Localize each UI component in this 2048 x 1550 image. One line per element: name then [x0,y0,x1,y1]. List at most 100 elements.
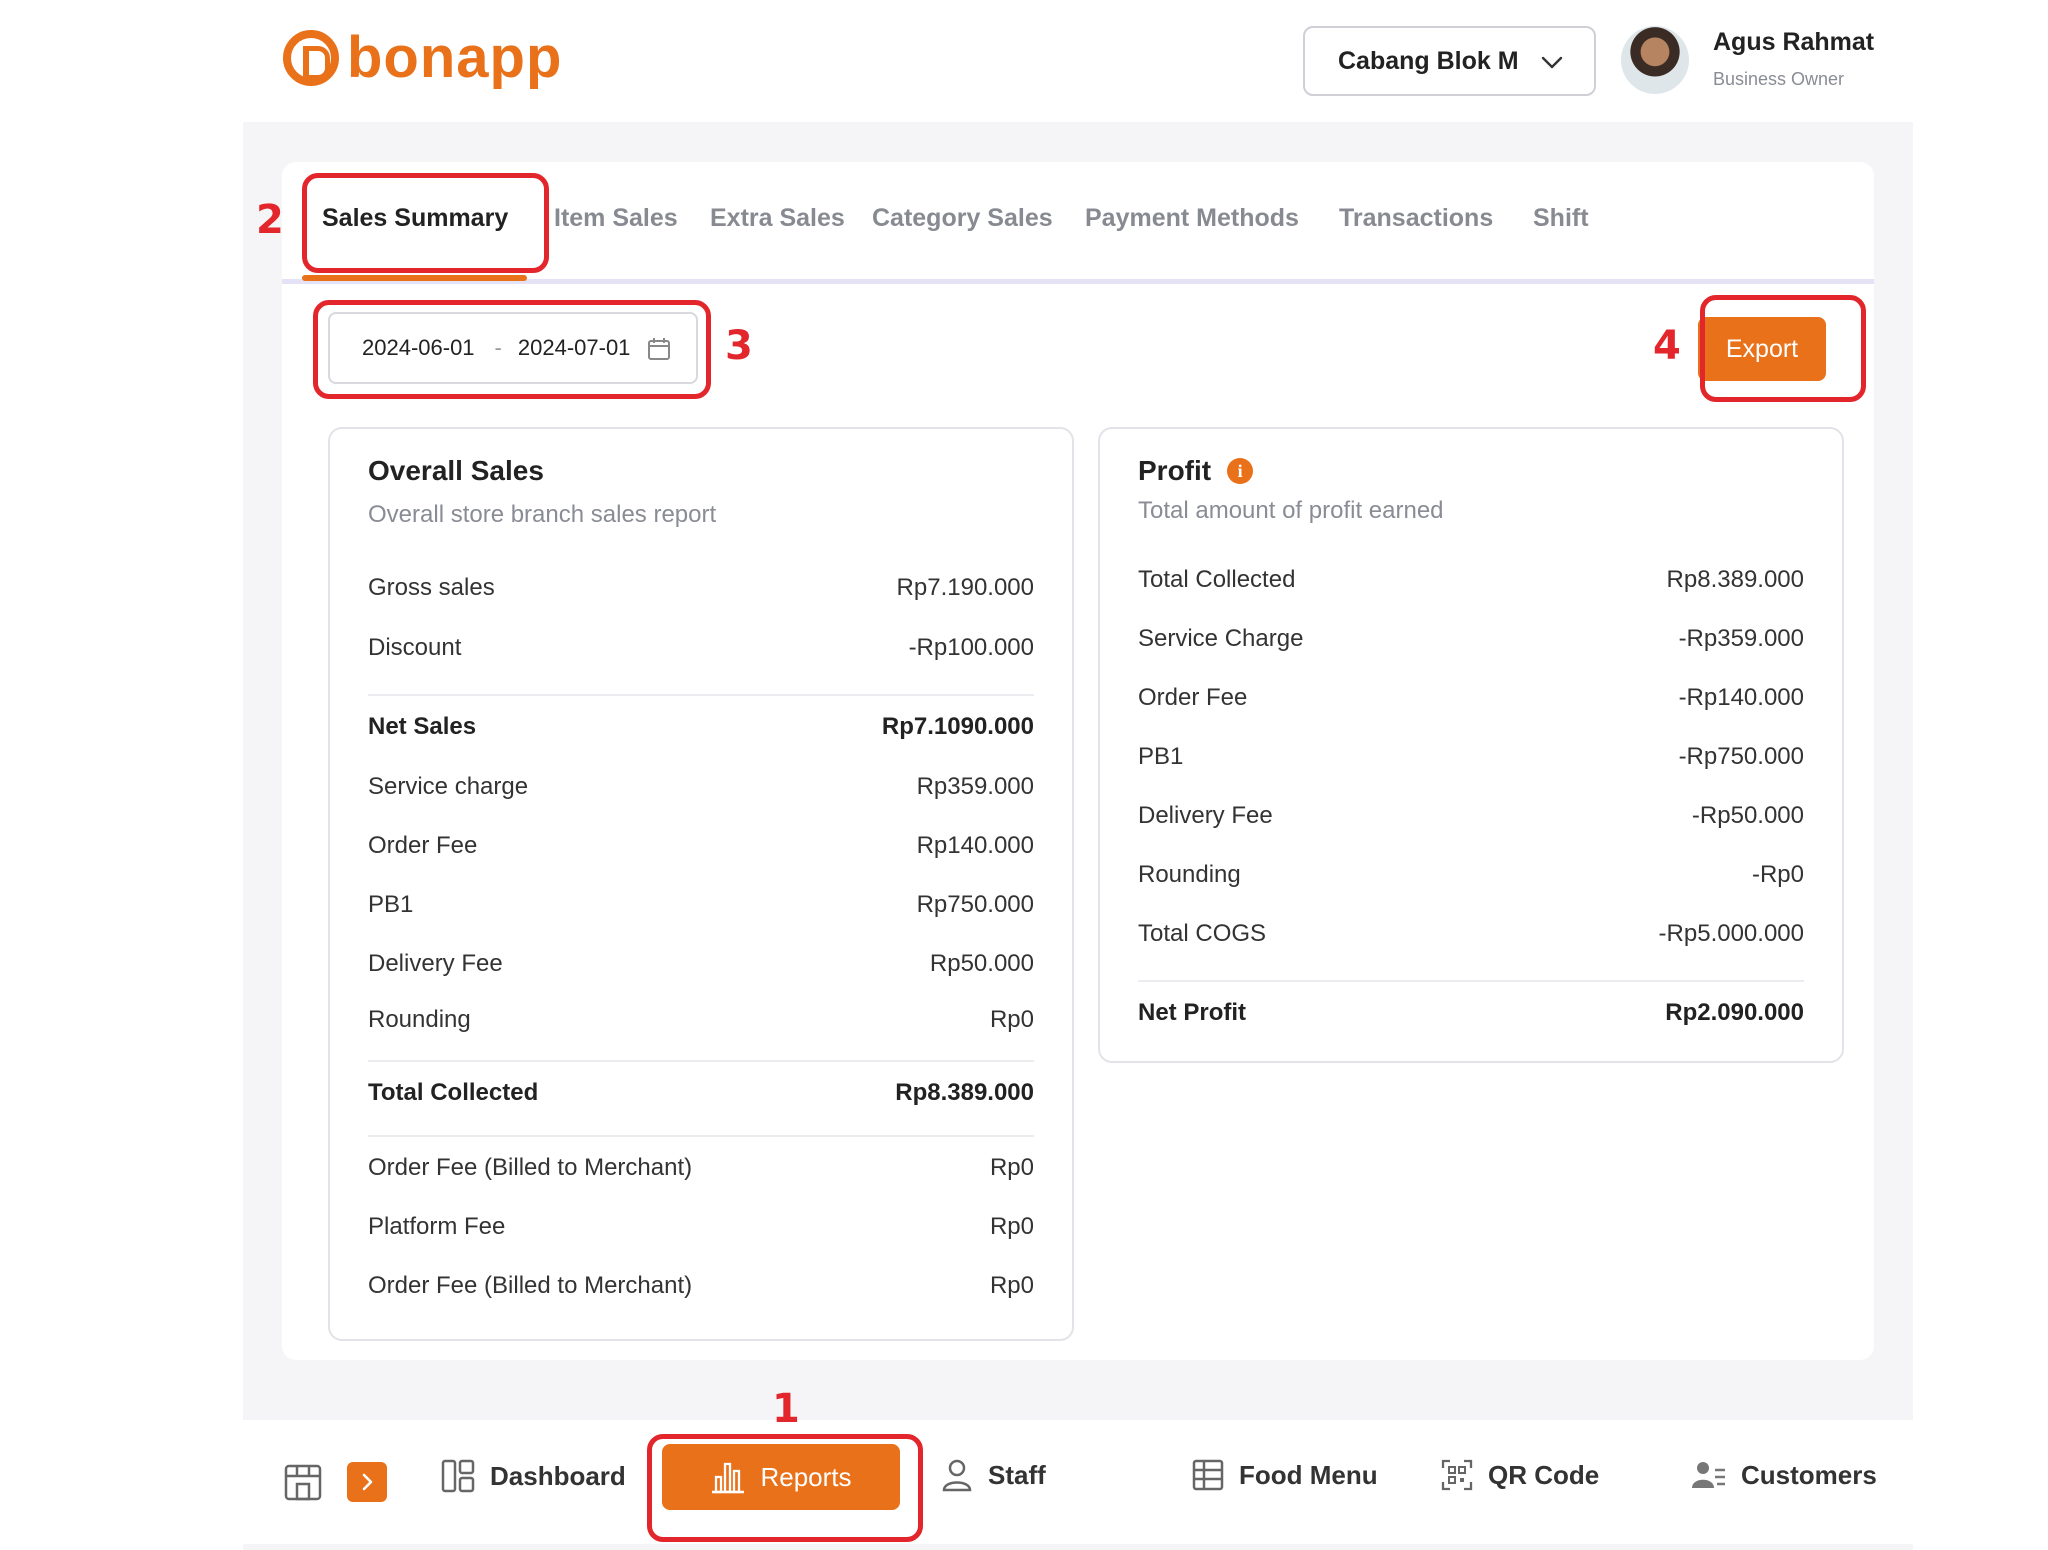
row-value: Rp8.389.000 [895,1079,1034,1106]
branch-select-value: Cabang Blok M [1338,46,1519,75]
user-icon [942,1459,972,1492]
tab-transactions[interactable]: Transactions [1339,204,1493,233]
divider [1138,980,1804,982]
profit-row-net-profit: Net Profit Rp2.090.000 [1138,993,1804,1033]
profit-row-rounding: Rounding -Rp0 [1138,855,1804,895]
info-icon[interactable]: i [1227,458,1254,484]
row-value: -Rp0 [1751,861,1804,888]
bottom-nav: Dashboard Reports Staff Food Menu QR Cod… [243,1420,1913,1544]
row-value: Rp0 [989,1213,1034,1240]
overall-sales-title: Overall Sales [368,455,544,486]
row-value: Rp50.000 [929,950,1034,977]
row-value: -Rp50.000 [1691,802,1804,829]
sales-row-rounding: Rounding Rp0 [368,1000,1034,1040]
expand-sidebar-button[interactable] [347,1462,387,1502]
nav-staff-label: Staff [988,1459,1046,1490]
branch-select[interactable]: Cabang Blok M [1303,26,1596,96]
profit-row-order-fee: Order Fee -Rp140.000 [1138,678,1804,718]
sales-row-order-fee-merchant-2: Order Fee (Billed to Merchant) Rp0 [368,1266,1034,1306]
row-label: Delivery Fee [368,950,503,977]
profit-card: Profit i Total amount of profit earned T… [1098,427,1844,1063]
row-value: Rp7.190.000 [896,574,1034,601]
profit-row-total-cogs: Total COGS -Rp5.000.000 [1138,914,1804,954]
nav-dashboard[interactable]: Dashboard [440,1458,626,1494]
sales-row-delivery-fee: Delivery Fee Rp50.000 [368,944,1034,984]
logo-text: bonapp [347,25,563,90]
sales-row-service-charge: Service charge Rp359.000 [368,767,1034,807]
row-value: -Rp359.000 [1678,625,1804,652]
row-value: -Rp5.000.000 [1658,920,1804,947]
tab-extra-sales[interactable]: Extra Sales [710,204,845,233]
row-label: Platform Fee [368,1213,506,1240]
tab-payment-methods[interactable]: Payment Methods [1085,204,1299,233]
row-value: -Rp140.000 [1678,684,1804,711]
row-label: Service Charge [1138,625,1304,652]
row-value: Rp0 [989,1272,1034,1299]
logo-mark-icon [283,30,339,86]
nav-qr-code-label: QR Code [1488,1459,1600,1490]
row-value: Rp750.000 [916,891,1034,918]
row-value: Rp7.1090.000 [881,713,1034,740]
sales-row-pb1: PB1 Rp750.000 [368,885,1034,925]
row-value: Rp140.000 [916,832,1034,859]
nav-dashboard-label: Dashboard [490,1460,626,1491]
profit-row-service-charge: Service Charge -Rp359.000 [1138,619,1804,659]
row-value: Rp359.000 [916,773,1034,800]
row-label: Net Sales [368,713,477,740]
sales-row-order-fee-merchant: Order Fee (Billed to Merchant) Rp0 [368,1148,1034,1188]
nav-customers-label: Customers [1741,1459,1877,1490]
store-icon[interactable] [283,1462,323,1502]
annotation-box-1 [647,1434,923,1542]
divider [368,1060,1034,1062]
divider [368,1135,1034,1137]
qr-code-icon [1441,1459,1473,1491]
tab-item-sales[interactable]: Item Sales [554,204,678,233]
annotation-box-2 [302,173,549,273]
row-label: Delivery Fee [1138,802,1273,829]
profit-title-wrap: Profit i [1138,455,1254,487]
row-label: Discount [368,634,462,661]
row-label: Service charge [368,773,529,800]
user-name: Agus Rahmat [1713,28,1875,56]
row-value: Rp0 [989,1154,1034,1181]
tab-shift[interactable]: Shift [1533,204,1589,233]
sales-row-net-sales: Net Sales Rp7.1090.000 [368,707,1034,747]
row-label: Total Collected [1138,566,1296,593]
top-header: bonapp Cabang Blok M Agus Rahmat Busines… [243,0,1913,122]
row-label: Order Fee [1138,684,1248,711]
row-value: Rp2.090.000 [1665,999,1804,1026]
row-label: Order Fee [368,832,478,859]
nav-qr-code[interactable]: QR Code [1440,1458,1599,1492]
active-tab-indicator [302,275,527,281]
row-value: -Rp750.000 [1678,743,1804,770]
sales-row-gross-sales: Gross sales Rp7.190.000 [368,568,1034,608]
row-label: Rounding [368,1006,471,1033]
tab-category-sales[interactable]: Category Sales [872,204,1053,233]
nav-staff[interactable]: Staff [940,1458,1046,1492]
sales-row-discount: Discount -Rp100.000 [368,628,1034,668]
annotation-number-2: 2 [256,197,284,243]
row-value: -Rp100.000 [908,634,1034,661]
menu-book-icon [1192,1459,1224,1491]
bonapp-logo[interactable]: bonapp [283,28,562,88]
row-label: PB1 [1138,743,1184,770]
annotation-number-1: 1 [772,1386,800,1432]
annotation-box-4 [1700,295,1866,402]
dashboard-icon [441,1459,475,1493]
profit-row-delivery-fee: Delivery Fee -Rp50.000 [1138,796,1804,836]
nav-food-menu[interactable]: Food Menu [1191,1458,1378,1492]
chevron-right-icon [362,1473,373,1491]
profit-subtitle: Total amount of profit earned [1138,497,1444,524]
row-label: Rounding [1138,861,1241,888]
avatar[interactable] [1621,26,1689,94]
profit-row-pb1: PB1 -Rp750.000 [1138,737,1804,777]
row-value: Rp8.389.000 [1666,566,1804,593]
sales-row-order-fee: Order Fee Rp140.000 [368,826,1034,866]
users-icon [1692,1462,1725,1488]
row-label: Order Fee (Billed to Merchant) [368,1272,693,1299]
row-label: Net Profit [1138,999,1246,1026]
annotation-number-4: 4 [1653,323,1681,369]
divider [368,694,1034,696]
nav-customers[interactable]: Customers [1691,1458,1877,1492]
nav-food-menu-label: Food Menu [1239,1459,1378,1490]
